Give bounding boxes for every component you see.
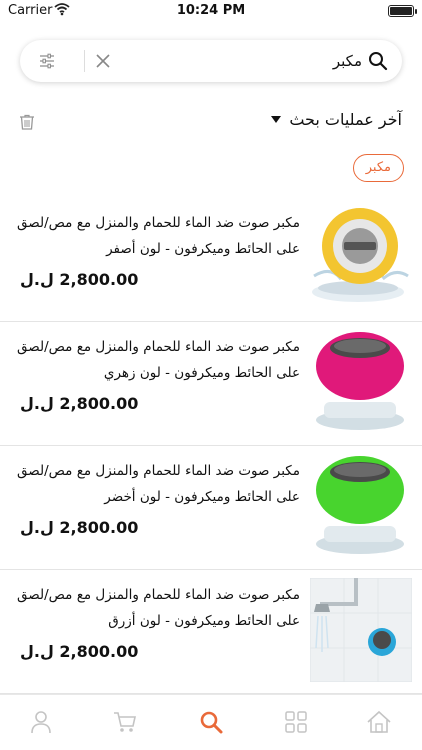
product-title-line: على الحائط وميكرفون - لون زهري: [103, 365, 300, 381]
categories-icon[interactable]: [283, 709, 309, 735]
product-row[interactable]: مكبر صوت ضد الماء للحمام والمنزل مع مص/ل…: [0, 322, 422, 446]
product-title-line: مكبر صوت ضد الماء للحمام والمنزل مع مص/ل…: [17, 215, 300, 231]
product-title-line: مكبر صوت ضد الماء للحمام والمنزل مع مص/ل…: [17, 339, 300, 355]
product-title-line: مكبر صوت ضد الماء للحمام والمنزل مع مص/ل…: [17, 463, 300, 479]
profile-icon[interactable]: [28, 709, 54, 735]
product-description: مكبر صوت ضد الماء للحمام والمنزل مع مص/ل…: [10, 334, 300, 386]
product-price: 2,800.00 ل.ل: [20, 270, 139, 289]
clock: 10:24 PM: [176, 3, 246, 18]
filter-icon[interactable]: [38, 52, 56, 70]
product-title-line: مكبر صوت ضد الماء للحمام والمنزل مع مص/ل…: [17, 587, 300, 603]
home-icon[interactable]: [366, 709, 392, 735]
product-description: مكبر صوت ضد الماء للحمام والمنزل مع مص/ل…: [10, 458, 300, 510]
search-tab-icon[interactable]: [198, 709, 224, 735]
product-price: 2,800.00 ل.ل: [20, 394, 139, 413]
product-title-line: على الحائط وميكرفون - لون أصفر: [106, 241, 300, 257]
product-price: 2,800.00 ل.ل: [20, 642, 139, 661]
search-bar: [20, 40, 402, 82]
search-divider: [84, 50, 85, 72]
recent-search-chip[interactable]: مكبر: [352, 154, 404, 182]
product-image: [316, 456, 404, 554]
trash-icon[interactable]: [18, 113, 36, 131]
recent-searches-title: آخر عمليات بحث: [289, 110, 402, 129]
product-price: 2,800.00 ل.ل: [20, 518, 139, 537]
battery-icon: [388, 5, 417, 17]
product-image: [310, 578, 412, 682]
clear-icon[interactable]: [94, 52, 112, 70]
cart-icon[interactable]: [112, 709, 138, 735]
search-icon[interactable]: [368, 51, 388, 71]
search-input[interactable]: [120, 46, 362, 76]
product-description: مكبر صوت ضد الماء للحمام والمنزل مع مص/ل…: [10, 210, 300, 262]
recent-searches-toggle[interactable]: آخر عمليات بحث: [271, 110, 402, 129]
status-bar: Carrier 10:24 PM: [0, 0, 422, 22]
product-image: [312, 208, 409, 302]
caret-down-icon: [271, 116, 282, 123]
product-row[interactable]: مكبر صوت ضد الماء للحمام والمنزل مع مص/ل…: [0, 570, 422, 694]
product-row[interactable]: مكبر صوت ضد الماء للحمام والمنزل مع مص/ل…: [0, 198, 422, 322]
product-list: مكبر صوت ضد الماء للحمام والمنزل مع مص/ل…: [0, 198, 422, 694]
product-image: [316, 332, 404, 430]
product-title-line: على الحائط وميكرفون - لون أخضر: [104, 489, 300, 505]
product-description: مكبر صوت ضد الماء للحمام والمنزل مع مص/ل…: [10, 582, 300, 634]
product-row[interactable]: مكبر صوت ضد الماء للحمام والمنزل مع مص/ل…: [0, 446, 422, 570]
tab-bar: [0, 694, 422, 750]
product-title-line: على الحائط وميكرفون - لون أزرق: [108, 613, 300, 629]
